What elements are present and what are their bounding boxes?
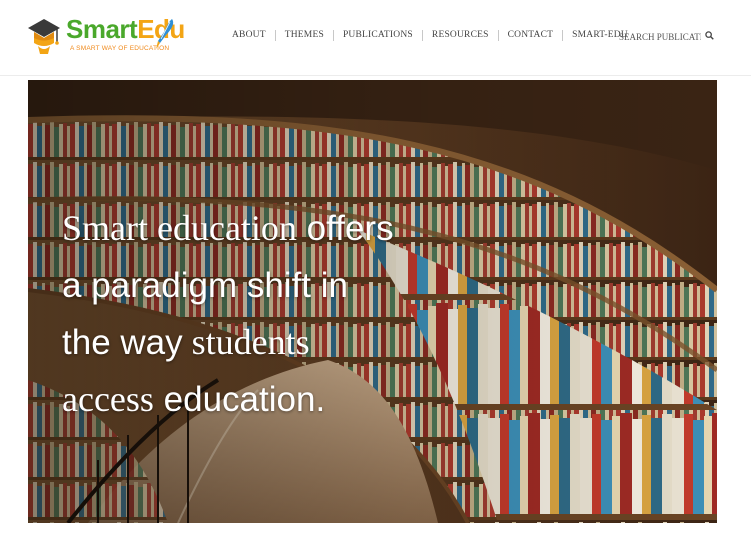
hero-text-students: students — [182, 322, 310, 362]
hero-headline-line-4: access education. — [62, 371, 394, 428]
hero-text-education: education. — [153, 380, 326, 419]
hero-text-offers: offers — [296, 209, 394, 248]
main-nav: ABOUT THEMES PUBLICATIONS RESOURCES CONT… — [232, 30, 628, 41]
nav-item-publications[interactable]: PUBLICATIONS — [343, 30, 423, 41]
site-header: SmartEdu A SMART WAY OF EDUCATION ABOUT … — [0, 0, 751, 76]
hero-text-smart-education: Smart education — [62, 208, 297, 248]
search-bar — [619, 31, 714, 42]
search-input[interactable] — [619, 31, 701, 42]
hero-text-paradigm-shift: a paradigm shift in — [62, 266, 348, 305]
hero-text-the-way: the way — [62, 323, 183, 362]
nav-item-resources[interactable]: RESOURCES — [432, 30, 499, 41]
hero-headline-line-3: the way students — [62, 314, 394, 371]
hero-banner: Smart education offers a paradigm shift … — [28, 80, 717, 523]
site-logo[interactable]: SmartEdu A SMART WAY OF EDUCATION — [26, 14, 186, 60]
hero-headline-line-1: Smart education offers — [62, 200, 394, 257]
logo-text-smart: Smart — [66, 14, 138, 44]
nav-item-contact[interactable]: CONTACT — [508, 30, 564, 41]
nav-item-themes[interactable]: THEMES — [285, 30, 334, 41]
search-icon[interactable] — [705, 31, 714, 42]
logo-tagline: A SMART WAY OF EDUCATION — [70, 45, 170, 52]
hero-text-access: access — [62, 379, 154, 419]
nav-item-about[interactable]: ABOUT — [232, 30, 276, 41]
graduation-cap-icon — [28, 19, 60, 54]
hero-headline-line-2: a paradigm shift in — [62, 257, 394, 314]
hero-headline: Smart education offers a paradigm shift … — [62, 200, 394, 428]
